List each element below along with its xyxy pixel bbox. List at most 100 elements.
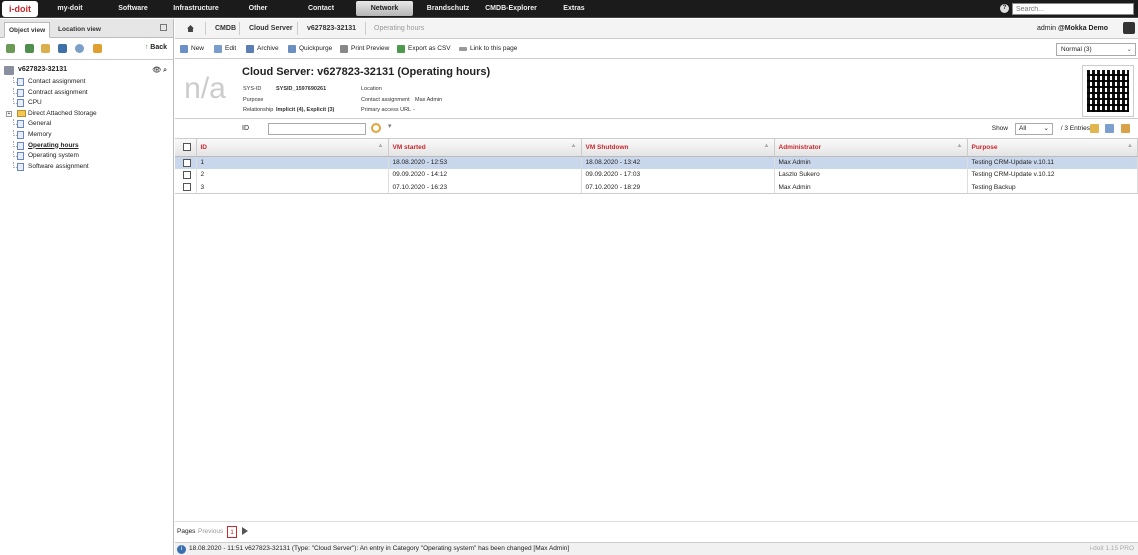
eye-icon[interactable]: 👁 ⌕ bbox=[152, 66, 167, 75]
sysid-value: SYSID_1597690261 bbox=[276, 86, 327, 92]
previous-link[interactable]: Previous bbox=[198, 528, 223, 535]
column-header-administrator[interactable]: Administrator ▲ bbox=[774, 139, 968, 157]
document-icon bbox=[17, 88, 24, 97]
view-mode-select[interactable]: Normal (3) ⌄ bbox=[1056, 43, 1136, 56]
user-info[interactable]: admin @Mokka Demo bbox=[1037, 19, 1108, 38]
menu-other[interactable]: Other bbox=[230, 0, 286, 17]
menu-extras[interactable]: Extras bbox=[546, 0, 602, 17]
table-row[interactable]: 1 18.08.2020 - 12:53 18.08.2020 - 13:42 … bbox=[175, 156, 1138, 169]
back-button[interactable]: ↑ Back bbox=[145, 44, 167, 51]
tree-item-label: General bbox=[28, 120, 52, 128]
breadcrumb-cloud-server[interactable]: Cloud Server bbox=[249, 19, 293, 38]
left-panel: Object view Location view ↑ Back v627823… bbox=[0, 19, 174, 555]
tree-item-label: Software assignment bbox=[28, 162, 89, 170]
lock-icon[interactable] bbox=[93, 44, 102, 53]
breadcrumb-current: Operating hours bbox=[374, 25, 425, 32]
select-all-checkbox[interactable] bbox=[183, 143, 191, 152]
search-input[interactable] bbox=[1012, 3, 1134, 15]
row-checkbox[interactable] bbox=[183, 183, 191, 191]
tenant-name: @Mokka Demo bbox=[1057, 25, 1108, 32]
menu-cmdb-explorer[interactable]: CMDB-Explorer bbox=[480, 0, 542, 17]
quickpurge-button[interactable]: Quickpurge bbox=[288, 39, 332, 59]
expand-plus-icon[interactable]: + bbox=[6, 110, 12, 117]
search-icon[interactable] bbox=[371, 123, 381, 133]
breadcrumb-separator bbox=[297, 22, 298, 35]
tab-object-view[interactable]: Object view bbox=[4, 22, 51, 38]
tab-location-view[interactable]: Location view bbox=[54, 22, 105, 38]
column-label: VM started bbox=[392, 143, 426, 151]
cell-vm-shutdown: 09.09.2020 - 17:03 bbox=[581, 168, 775, 181]
table-row[interactable]: 2 09.09.2020 - 14:12 09.09.2020 - 17:03 … bbox=[175, 168, 1138, 181]
help-icon[interactable]: ? bbox=[1000, 4, 1009, 13]
purge-icon bbox=[288, 45, 296, 53]
menu-infrastructure[interactable]: Infrastructure bbox=[166, 0, 226, 17]
row-checkbox[interactable] bbox=[183, 158, 191, 167]
menu-my-doit[interactable]: my-doit bbox=[42, 0, 98, 17]
relationship-value[interactable]: Implicit (4), Explicit (3) bbox=[276, 107, 334, 113]
sort-icon: ▲ bbox=[1127, 143, 1133, 149]
access-url-value: - bbox=[413, 107, 415, 113]
filter-label: ID bbox=[242, 125, 249, 132]
list-view-icon[interactable] bbox=[1090, 124, 1099, 133]
show-select[interactable]: All ⌄ bbox=[1015, 123, 1053, 135]
main-content: CMDB Cloud Server v627823-32131 Operatin… bbox=[175, 19, 1138, 555]
tree-item-software-assignment[interactable]: Software assignment bbox=[4, 161, 173, 173]
new-label: New bbox=[191, 45, 205, 52]
breadcrumb-cmdb[interactable]: CMDB bbox=[215, 19, 236, 38]
menu-brandschutz[interactable]: Brandschutz bbox=[418, 0, 478, 17]
pagination: Pages Previous 1 bbox=[175, 521, 1138, 543]
list-icon[interactable] bbox=[41, 44, 50, 53]
tree-item-cpu[interactable]: CPU bbox=[4, 98, 173, 109]
link-to-page-button[interactable]: Link to this page bbox=[459, 39, 517, 59]
export-csv-button[interactable]: Export as CSV bbox=[397, 39, 451, 59]
edit-button[interactable]: Edit bbox=[214, 39, 236, 59]
column-header-purpose[interactable]: Purpose ▲ bbox=[967, 139, 1138, 157]
page-1-button[interactable]: 1 bbox=[227, 526, 237, 538]
table-view-icon[interactable] bbox=[1105, 124, 1114, 133]
breadcrumb-object[interactable]: v627823-32131 bbox=[307, 19, 356, 38]
tree-item-memory[interactable]: Memory bbox=[4, 129, 173, 141]
print-preview-button[interactable]: Print Preview bbox=[340, 39, 389, 59]
tree-root[interactable]: v627823-32131 👁 ⌕ bbox=[4, 66, 173, 77]
menu-network[interactable]: Network bbox=[356, 1, 413, 16]
tree-icon[interactable] bbox=[6, 44, 15, 53]
column-header-vm-started[interactable]: VM started ▲ bbox=[388, 139, 582, 157]
tree-item-general[interactable]: General bbox=[4, 119, 173, 130]
tree-item-contract-assignment[interactable]: Contract assignment bbox=[4, 87, 173, 99]
tree-item-contact-assignment[interactable]: Contact assignment bbox=[4, 77, 173, 88]
tree-item-operating-hours[interactable]: Operating hours bbox=[4, 140, 173, 152]
row-checkbox[interactable] bbox=[183, 170, 191, 179]
document-icon bbox=[17, 152, 24, 161]
tree-item-direct-attached-storage[interactable]: + Direct Attached Storage bbox=[4, 109, 173, 120]
status-bar: i 18.08.2020 - 11:51 v627823-32131 (Type… bbox=[175, 542, 1138, 555]
id-filter-input[interactable] bbox=[268, 123, 366, 135]
tree-item-operating-system[interactable]: Operating system bbox=[4, 151, 173, 162]
column-header-id[interactable]: ID ▲ bbox=[196, 139, 389, 157]
table-row[interactable]: 3 07.10.2020 - 16:23 07.10.2020 - 18:29 … bbox=[175, 181, 1138, 194]
folder-icon bbox=[17, 109, 26, 117]
tree-item-label: Contract assignment bbox=[28, 88, 88, 96]
popout-icon[interactable] bbox=[160, 24, 167, 31]
csv-icon bbox=[397, 45, 405, 53]
qr-code[interactable] bbox=[1082, 65, 1134, 117]
contact-value[interactable]: Max Admin bbox=[415, 97, 442, 103]
cell-vm-shutdown: 18.08.2020 - 13:42 bbox=[581, 156, 775, 169]
menu-contact[interactable]: Contact bbox=[292, 0, 350, 17]
action-toolbar: New Edit Archive Quickpurge Print Previe… bbox=[175, 39, 1138, 59]
idoit-logo[interactable]: i-doit bbox=[2, 1, 38, 17]
expand-icon[interactable] bbox=[25, 44, 34, 53]
location-label: Location bbox=[361, 86, 382, 92]
document-icon bbox=[17, 120, 24, 129]
user-avatar-icon[interactable] bbox=[1123, 22, 1135, 34]
filter-dropdown-icon[interactable]: ▾ bbox=[388, 122, 392, 130]
column-header-vm-shutdown[interactable]: VM Shutdown ▲ bbox=[581, 139, 775, 157]
globe-icon[interactable] bbox=[75, 44, 84, 53]
next-page-icon[interactable] bbox=[242, 527, 248, 535]
archive-button[interactable]: Archive bbox=[246, 39, 279, 59]
menu-software[interactable]: Software bbox=[104, 0, 162, 17]
new-button[interactable]: New bbox=[180, 39, 204, 59]
home-icon[interactable] bbox=[187, 25, 194, 32]
filter-settings-icon[interactable] bbox=[1121, 124, 1130, 133]
cell-id: 2 bbox=[196, 168, 389, 181]
monitor-icon[interactable] bbox=[58, 44, 67, 53]
